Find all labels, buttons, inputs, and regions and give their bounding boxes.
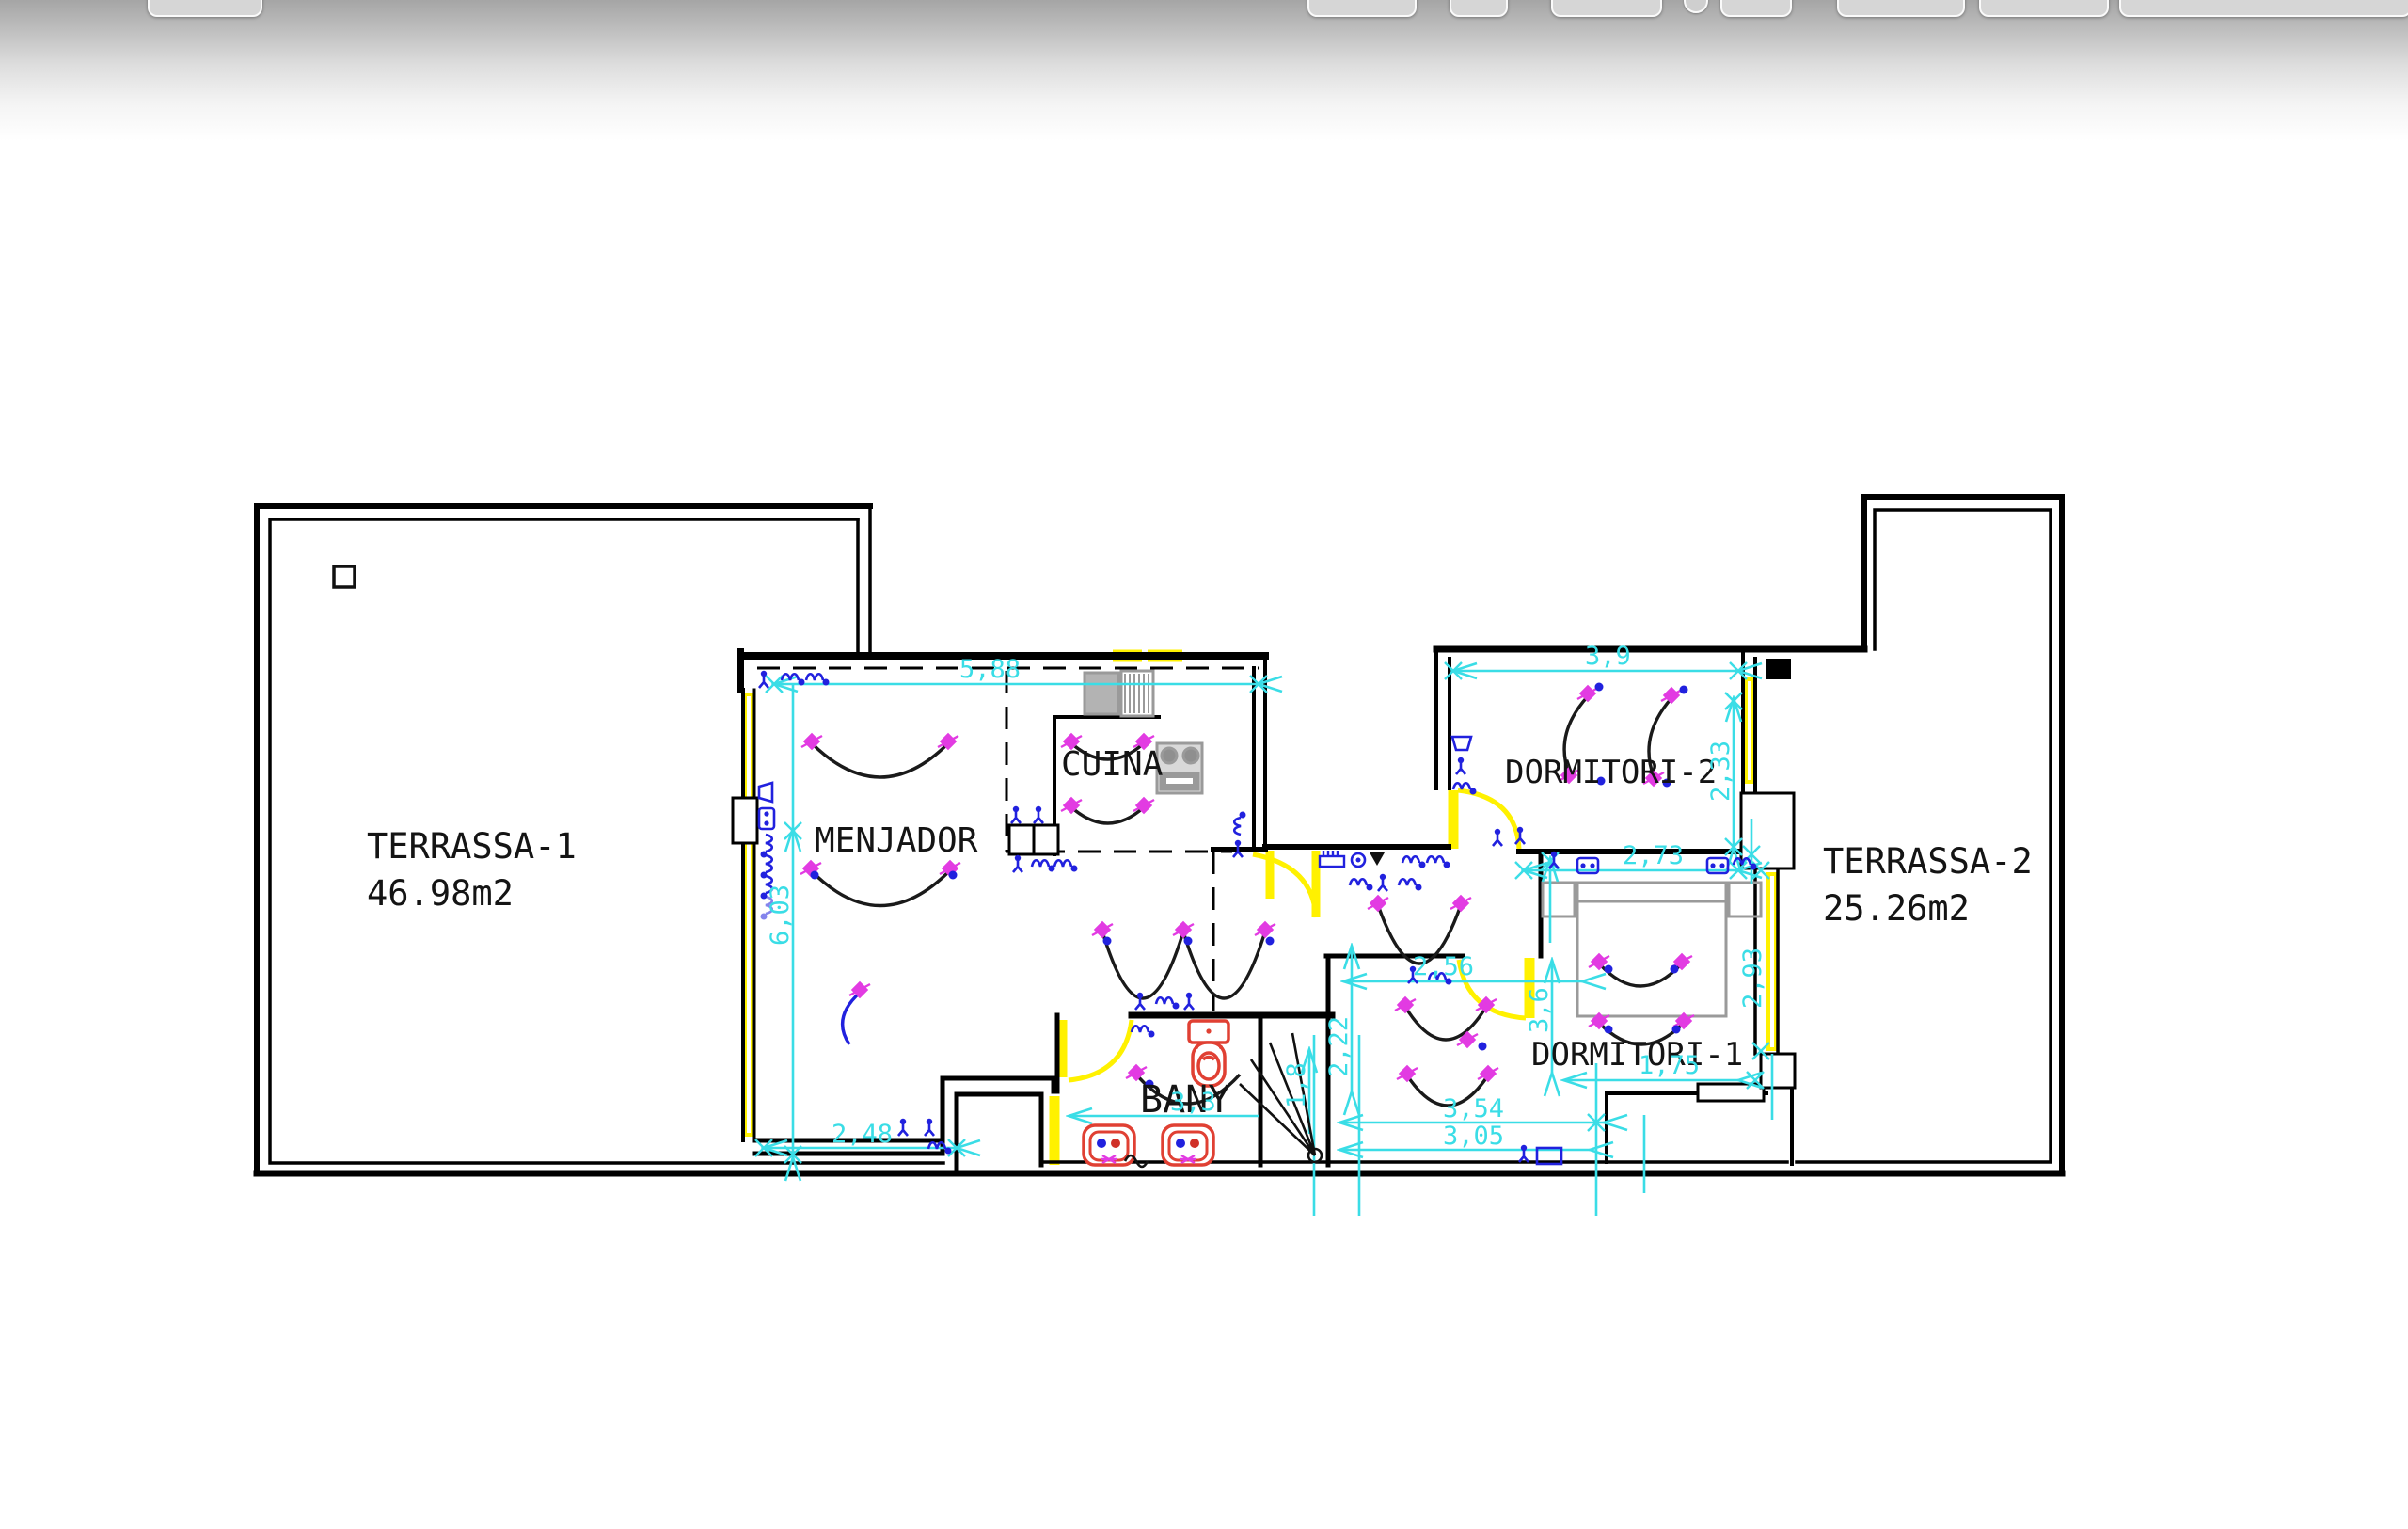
kitchen-counter [1009,825,1058,854]
room-label-dormitori1: DORMITORI-1 [1531,1036,1743,1074]
socket-icon [1234,812,1245,836]
socket-icon [1032,860,1055,871]
tv-outlet-icon [1452,737,1471,750]
toilet [1189,1021,1228,1086]
switch-icon [1011,806,1021,823]
dim-hall-left: 2,22 [1324,1016,1354,1077]
dim-dorm1-right: 2,93 [1738,948,1767,1009]
switch-icon [1493,829,1502,846]
dim-menjador-top: 5,88 [959,655,1021,684]
switch-icon [1034,806,1043,823]
dim-hall-width: 2,56 [1413,952,1474,981]
room-label-terrassa2: TERRASSA-2 [1823,841,2033,882]
switch-icon [759,671,768,688]
nightstand-left [1543,883,1575,916]
burner [1162,748,1177,763]
switch-icon [1519,1145,1529,1162]
fridge [1085,673,1118,714]
dim-shower-width: 1,8 [1282,1062,1311,1108]
socket-icon [1054,860,1078,871]
room-label-menjador: MENJADOR [815,821,978,860]
room-area-terrassa1: 46.98m2 [367,873,514,914]
switch-icon [898,1119,908,1136]
switch-icon [1456,757,1465,774]
dim-bany-width: 3,3 [1170,1088,1216,1117]
room-label-terrassa1: TERRASSA-1 [367,826,577,867]
dim-dorm1-door: 3,6 [1525,987,1554,1033]
dim-dorm2-top: 3,9 [1585,642,1631,671]
socket-icon [1156,997,1180,1009]
dim-menjador-left: 6,03 [766,884,795,946]
dim-dorm1-width-a: 3,54 [1443,1094,1504,1123]
floor-plan-canvas: TERRASSA-1 46.98m2 MENJADOR CUINA BANY D… [0,0,2408,1529]
room-label-cuina: CUINA [1061,745,1164,784]
burner [1183,748,1198,763]
socket-icon [1350,879,1373,890]
switch-icon [1184,993,1194,1010]
dim-menjador-bottom: 2,48 [832,1120,893,1149]
room-label-dormitori2: DORMITORI-2 [1505,754,1717,791]
room-area-terrassa2: 25.26m2 [1823,888,1970,929]
dim-dorm1-width-b: 3,05 [1443,1122,1504,1151]
dim-dorm2-right: 2,33 [1706,741,1735,802]
socket-icon [1132,1026,1155,1037]
switch-icon [1013,855,1022,872]
electrical-symbols [759,671,1757,1164]
column-symbol [334,566,355,587]
heater-icon [1320,851,1344,867]
dim-closet-width: 1,75 [1639,1051,1700,1080]
socket-icon [1399,879,1422,890]
socket-icon [1402,856,1426,868]
socket-icon [1427,856,1450,868]
tv-outlet-icon [759,783,772,802]
dim-bed-width: 2,73 [1623,841,1684,870]
sink [1163,1125,1213,1165]
switch-icon [925,1119,934,1136]
phone-outlet-icon [759,808,774,829]
switch-icon [1378,874,1387,891]
